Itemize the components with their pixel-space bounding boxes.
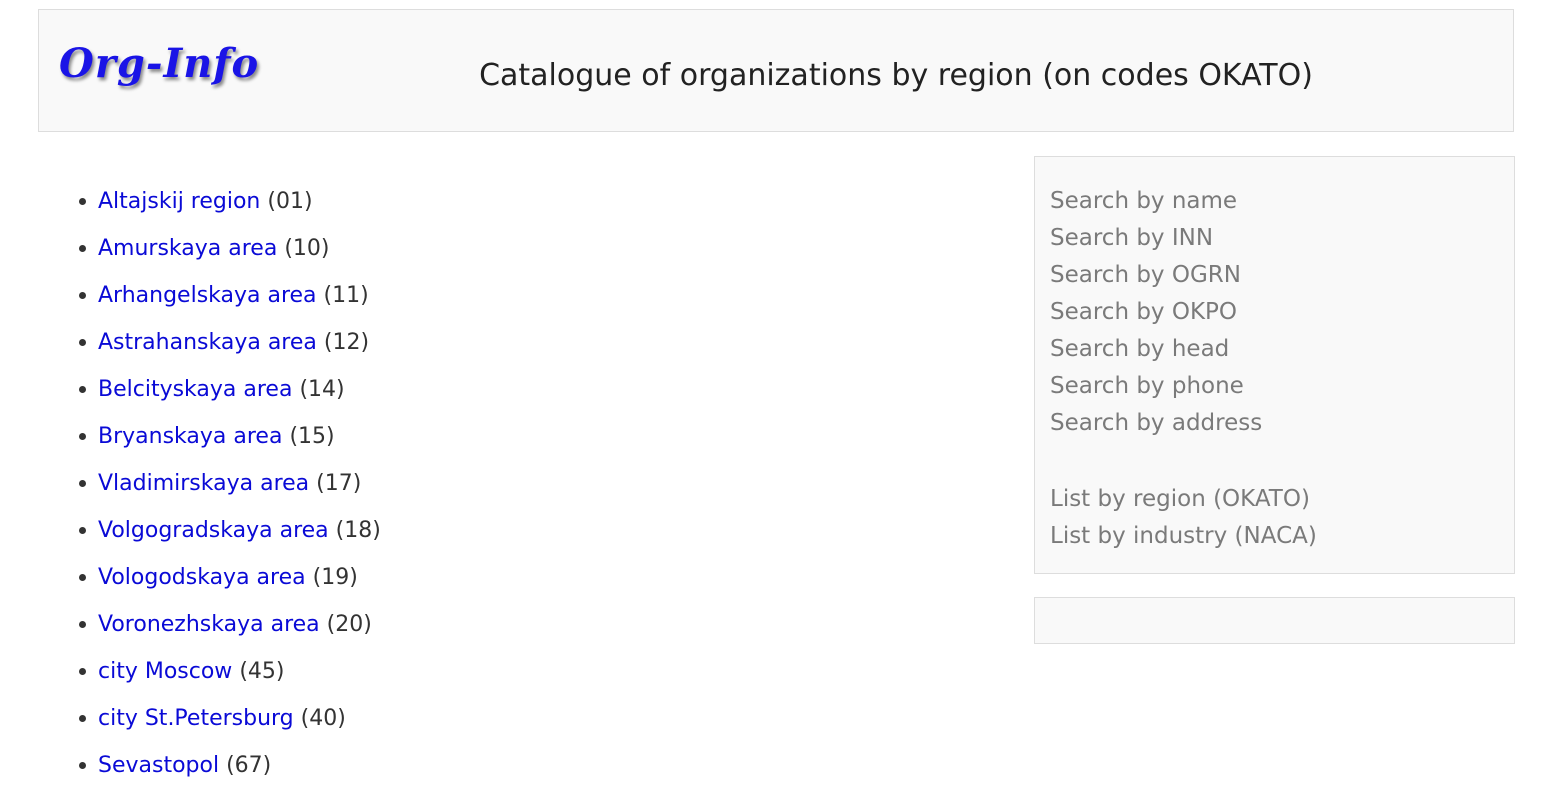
region-link[interactable]: city St.Petersburg	[98, 706, 294, 731]
search-by-name-link[interactable]: Search by name	[1050, 183, 1514, 220]
region-link[interactable]: Altajskij region	[98, 189, 260, 214]
list-item: city St.Petersburg (40)	[78, 695, 381, 742]
region-code: (20)	[326, 612, 372, 637]
search-by-okpo-link[interactable]: Search by OKPO	[1050, 294, 1514, 331]
bullet-icon	[79, 715, 86, 722]
search-by-phone-link[interactable]: Search by phone	[1050, 368, 1514, 405]
list-item: city Moscow (45)	[78, 648, 381, 695]
region-link[interactable]: Vladimirskaya area	[98, 471, 309, 496]
bullet-icon	[79, 762, 86, 769]
bullet-icon	[79, 668, 86, 675]
region-code: (11)	[323, 283, 369, 308]
list-item: Altajskij region (01)	[78, 178, 381, 225]
region-link[interactable]: Astrahanskaya area	[98, 330, 317, 355]
region-link[interactable]: Sevastopol	[98, 753, 219, 778]
region-link[interactable]: Bryanskaya area	[98, 424, 282, 449]
region-link[interactable]: Amurskaya area	[98, 236, 277, 261]
region-link[interactable]: Vologodskaya area	[98, 565, 306, 590]
region-code: (01)	[267, 189, 313, 214]
search-by-head-link[interactable]: Search by head	[1050, 331, 1514, 368]
region-link[interactable]: Volgogradskaya area	[98, 518, 329, 543]
bullet-icon	[79, 574, 86, 581]
bullet-icon	[79, 527, 86, 534]
list-item: Voronezhskaya area (20)	[78, 601, 381, 648]
region-code: (10)	[284, 236, 330, 261]
search-by-ogrn-link[interactable]: Search by OGRN	[1050, 257, 1514, 294]
list-item: Astrahanskaya area (12)	[78, 319, 381, 366]
region-link[interactable]: Arhangelskaya area	[98, 283, 317, 308]
bullet-icon	[79, 198, 86, 205]
list-by-region-link[interactable]: List by region (OKATO)	[1050, 481, 1514, 518]
search-by-inn-link[interactable]: Search by INN	[1050, 220, 1514, 257]
region-code: (12)	[323, 330, 370, 355]
site-header: Org-Info Catalogue of organizations by r…	[38, 9, 1514, 132]
page-title: Catalogue of organizations by region (on…	[479, 58, 1313, 93]
list-item: Belcityskaya area (14)	[78, 366, 381, 413]
bullet-icon	[79, 433, 86, 440]
region-code: (45)	[239, 659, 285, 684]
region-list: Altajskij region (01) Amurskaya area (10…	[78, 178, 381, 789]
region-code: (15)	[289, 424, 335, 449]
list-item: Bryanskaya area (15)	[78, 413, 381, 460]
region-link[interactable]: city Moscow	[98, 659, 232, 684]
region-code: (14)	[299, 377, 345, 402]
bullet-icon	[79, 621, 86, 628]
sidebar-nav: Search by name Search by INN Search by O…	[1034, 156, 1515, 574]
list-by-industry-link[interactable]: List by industry (NACA)	[1050, 518, 1514, 555]
region-code: (18)	[335, 518, 381, 543]
region-code: (17)	[316, 471, 362, 496]
region-code: (40)	[300, 706, 346, 731]
search-by-address-link[interactable]: Search by address	[1050, 405, 1514, 442]
bullet-icon	[79, 245, 86, 252]
list-item: Vladimirskaya area (17)	[78, 460, 381, 507]
region-code: (19)	[312, 565, 358, 590]
region-link[interactable]: Belcityskaya area	[98, 377, 292, 402]
list-item: Sevastopol (67)	[78, 742, 381, 789]
region-code: (67)	[226, 753, 272, 778]
list-item: Amurskaya area (10)	[78, 225, 381, 272]
sidebar-empty-panel	[1034, 597, 1515, 644]
region-link[interactable]: Voronezhskaya area	[98, 612, 320, 637]
list-item: Volgogradskaya area (18)	[78, 507, 381, 554]
bullet-icon	[79, 339, 86, 346]
site-logo[interactable]: Org-Info	[59, 40, 259, 87]
list-item: Arhangelskaya area (11)	[78, 272, 381, 319]
bullet-icon	[79, 480, 86, 487]
bullet-icon	[79, 292, 86, 299]
list-item: Vologodskaya area (19)	[78, 554, 381, 601]
bullet-icon	[79, 386, 86, 393]
